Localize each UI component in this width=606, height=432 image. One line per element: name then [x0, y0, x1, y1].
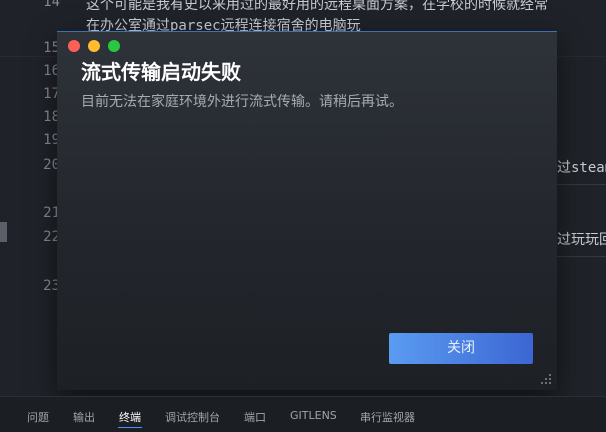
error-dialog: 流式传输启动失败 目前无法在家庭环境外进行流式传输。请稍后再试。 关闭 [57, 31, 557, 390]
tab-output[interactable]: 输出 [73, 409, 95, 425]
line-number: 14 [43, 0, 60, 10]
line-number: 23 [43, 278, 60, 294]
tab-ports[interactable]: 端口 [244, 409, 266, 425]
line-number: 16 [43, 63, 60, 79]
close-button[interactable]: 关闭 [389, 333, 533, 364]
code-fragment[interactable]: 过玩玩回 [557, 229, 606, 249]
line-number: 22 [43, 229, 60, 245]
window-close-button[interactable] [68, 40, 80, 52]
line-number: 15 [43, 40, 60, 56]
tab-gitlens[interactable]: GITLENS [290, 409, 337, 422]
divider [557, 184, 606, 185]
line-number: 20 [43, 157, 60, 173]
dialog-title: 流式传输启动失败 [81, 60, 241, 84]
panel-tab-bar: 问题 输出 终端 调试控制台 端口 GITLENS 串行监视器 [0, 396, 606, 432]
code-line[interactable]: 这个可能是我有史以来用过的最好用的远程桌面方案，在学校的时候就经常 [86, 0, 548, 14]
active-tab-indicator [118, 427, 142, 428]
tab-problems[interactable]: 问题 [27, 409, 49, 425]
tab-terminal[interactable]: 终端 [119, 409, 141, 425]
resize-grip-icon[interactable] [539, 372, 553, 386]
tab-serial-monitor[interactable]: 串行监视器 [360, 409, 415, 425]
window-minimize-button[interactable] [88, 40, 100, 52]
scrollbar-marker[interactable] [0, 222, 7, 242]
line-number: 18 [43, 109, 60, 125]
line-number: 21 [43, 205, 60, 221]
code-fragment[interactable]: 过steam [557, 157, 606, 177]
line-number: 17 [43, 86, 60, 102]
line-number: 19 [43, 132, 60, 148]
tab-debug-console[interactable]: 调试控制台 [165, 409, 220, 425]
window-maximize-button[interactable] [108, 40, 120, 52]
dialog-message: 目前无法在家庭环境外进行流式传输。请稍后再试。 [81, 94, 403, 110]
divider [557, 256, 606, 257]
